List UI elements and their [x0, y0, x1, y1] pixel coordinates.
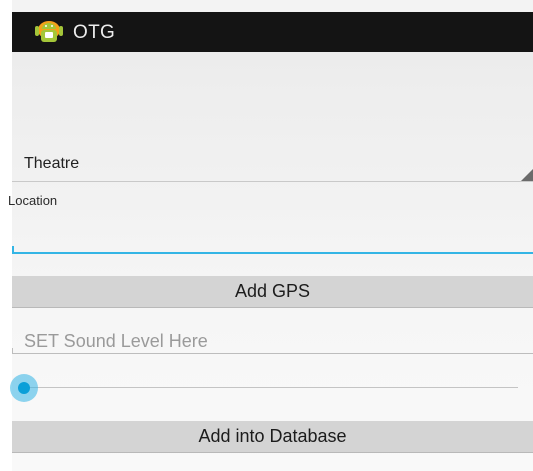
location-field[interactable]: [12, 228, 533, 254]
add-gps-button[interactable]: Add GPS: [12, 276, 533, 308]
app-title: OTG: [73, 22, 116, 43]
main-content: Theatre Location Add GPS Add into Databa…: [8, 52, 533, 471]
android-app-icon: [35, 21, 63, 42]
sound-level-field[interactable]: [12, 330, 533, 354]
seekbar-thumb-core: [18, 382, 30, 394]
sound-level-field-edge: [12, 348, 13, 354]
location-label: Location: [8, 193, 58, 208]
add-into-database-button[interactable]: Add into Database: [12, 421, 533, 453]
spinner-arrow-icon: [521, 169, 533, 181]
window-edge: [0, 0, 12, 471]
location-field-edge: [12, 246, 14, 253]
seekbar-thumb[interactable]: [10, 374, 38, 402]
sound-level-seekbar[interactable]: [10, 374, 520, 402]
category-spinner[interactable]: Theatre: [12, 147, 533, 182]
seekbar-track: [24, 387, 518, 388]
action-bar: OTG: [12, 12, 533, 52]
spinner-selected-value: Theatre: [24, 155, 80, 172]
